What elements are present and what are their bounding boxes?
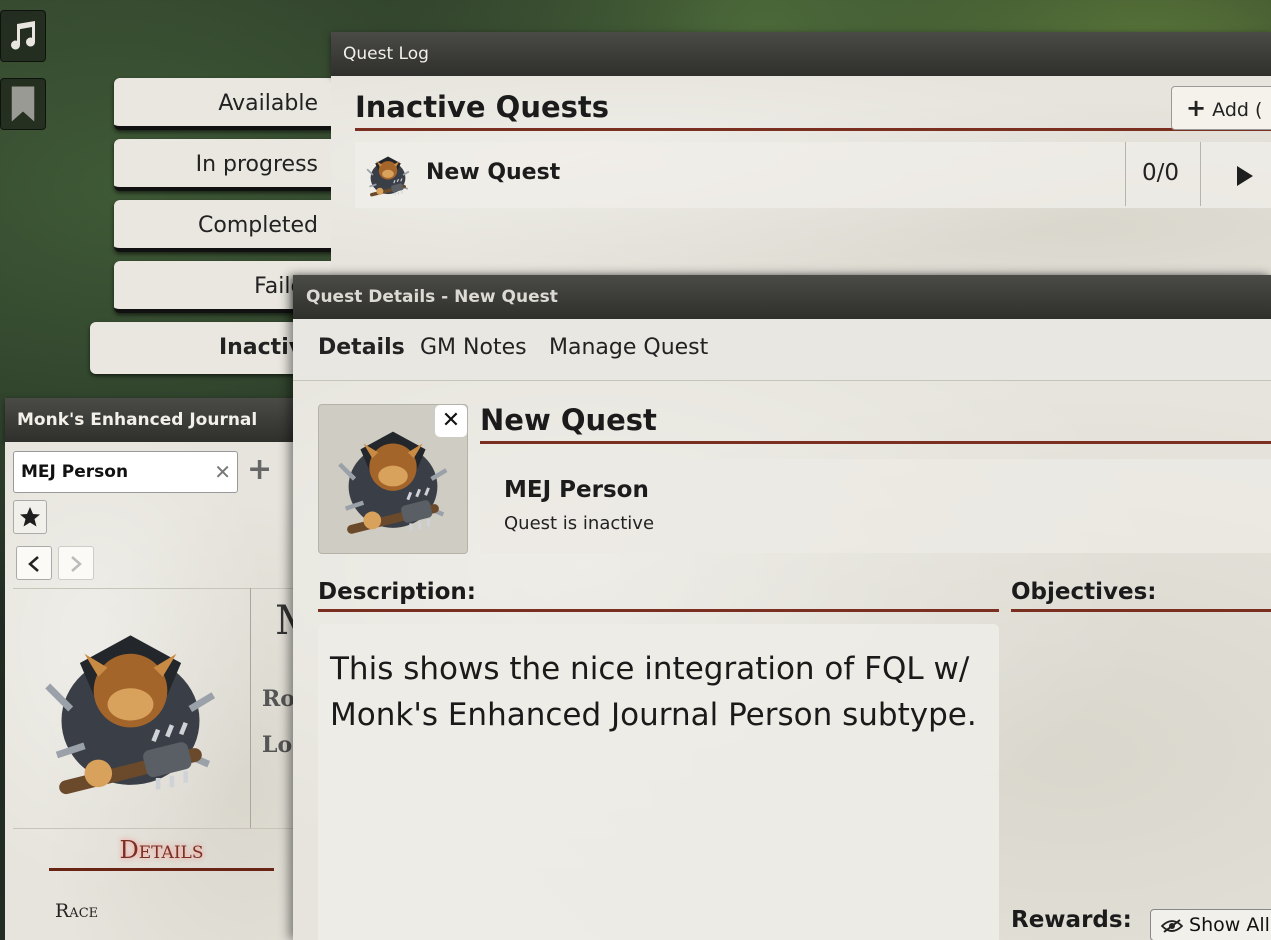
tab-gm-notes[interactable]: GM Notes <box>420 335 527 360</box>
show-all-button[interactable]: Show All <box>1150 909 1271 940</box>
quest-details-window: Quest Details - New Quest Details GM Not… <box>293 275 1271 940</box>
tab-completed[interactable]: Completed <box>114 200 334 252</box>
chevron-right-icon <box>71 556 82 572</box>
quest-details-title: Quest Details - New Quest <box>306 287 558 307</box>
journal-header[interactable]: Monk's Enhanced Journal <box>5 398 305 442</box>
quest-log-window: Quest Log Inactive Quests + Add ( New Qu… <box>331 32 1271 292</box>
details-heading: Details <box>49 836 274 871</box>
description-text: This shows the nice integration of FQL w… <box>318 624 999 940</box>
tab-details[interactable]: Details <box>318 335 405 360</box>
add-quest-button[interactable]: + Add ( <box>1171 86 1271 130</box>
star-icon <box>20 507 40 527</box>
quest-log-header[interactable]: Quest Log <box>331 32 1271 76</box>
journal-tab[interactable]: MEJ Person ✕ <box>13 451 238 493</box>
journal-body: MEJ Person ✕ + M Rol Loc Details Race <box>5 442 316 940</box>
tabs-bar: Details GM Notes Manage Quest <box>293 319 1271 381</box>
journal-window: Monk's Enhanced Journal MEJ Person ✕ + M… <box>5 398 316 940</box>
quest-row-progress: 0/0 <box>1142 160 1180 186</box>
quest-log-title: Quest Log <box>343 44 429 64</box>
quest-giver-box[interactable]: MEJ Person Quest is inactive <box>480 459 1271 553</box>
tab-available[interactable]: Available <box>114 78 334 130</box>
play-icon[interactable] <box>1235 164 1255 188</box>
journal-tab-label: MEJ Person <box>21 462 129 482</box>
race-label: Race <box>55 900 99 922</box>
favorite-button[interactable] <box>13 500 47 534</box>
back-button[interactable] <box>16 546 52 580</box>
section-heading: Inactive Quests <box>355 90 1271 131</box>
bookmark-button[interactable] <box>0 78 46 130</box>
show-all-label: Show All <box>1189 914 1270 936</box>
forward-button[interactable] <box>58 546 94 580</box>
remove-image-button[interactable]: ✕ <box>435 405 467 437</box>
quest-status: Quest is inactive <box>504 513 655 534</box>
divider <box>13 588 313 589</box>
description-heading: Description: <box>318 579 999 612</box>
divider <box>1200 142 1201 206</box>
quest-name: New Quest <box>480 403 1271 444</box>
chevron-left-icon <box>28 556 39 572</box>
quest-giver-name: MEJ Person <box>504 477 649 503</box>
journal-title: Monk's Enhanced Journal <box>17 410 258 430</box>
close-tab-icon[interactable]: ✕ <box>214 452 231 492</box>
objectives-heading: Objectives: <box>1011 579 1271 612</box>
tab-manage-quest[interactable]: Manage Quest <box>549 335 708 360</box>
quest-log-body: Inactive Quests + Add ( New Quest 0/0 <box>331 76 1271 292</box>
plus-icon: + <box>1186 94 1207 122</box>
divider <box>13 828 313 829</box>
add-tab-icon[interactable]: + <box>247 452 272 487</box>
quest-details-header[interactable]: Quest Details - New Quest <box>293 275 1271 319</box>
person-portrait <box>13 594 248 824</box>
music-button[interactable] <box>0 10 46 62</box>
add-quest-label: Add ( <box>1212 99 1263 121</box>
quest-row[interactable]: New Quest 0/0 <box>355 142 1271 208</box>
quest-row-name: New Quest <box>426 160 561 185</box>
tab-in-progress[interactable]: In progress <box>114 139 334 191</box>
divider <box>1125 142 1126 206</box>
bookmark-icon <box>11 86 35 122</box>
music-note-icon <box>11 21 36 50</box>
divider <box>250 588 251 828</box>
rewards-heading: Rewards: <box>1011 907 1132 933</box>
eye-slash-icon <box>1160 918 1184 933</box>
close-icon: ✕ <box>441 408 461 433</box>
quest-details-body: Details GM Notes Manage Quest ✕ New Ques… <box>293 319 1271 940</box>
quest-thumbnail <box>359 146 417 204</box>
